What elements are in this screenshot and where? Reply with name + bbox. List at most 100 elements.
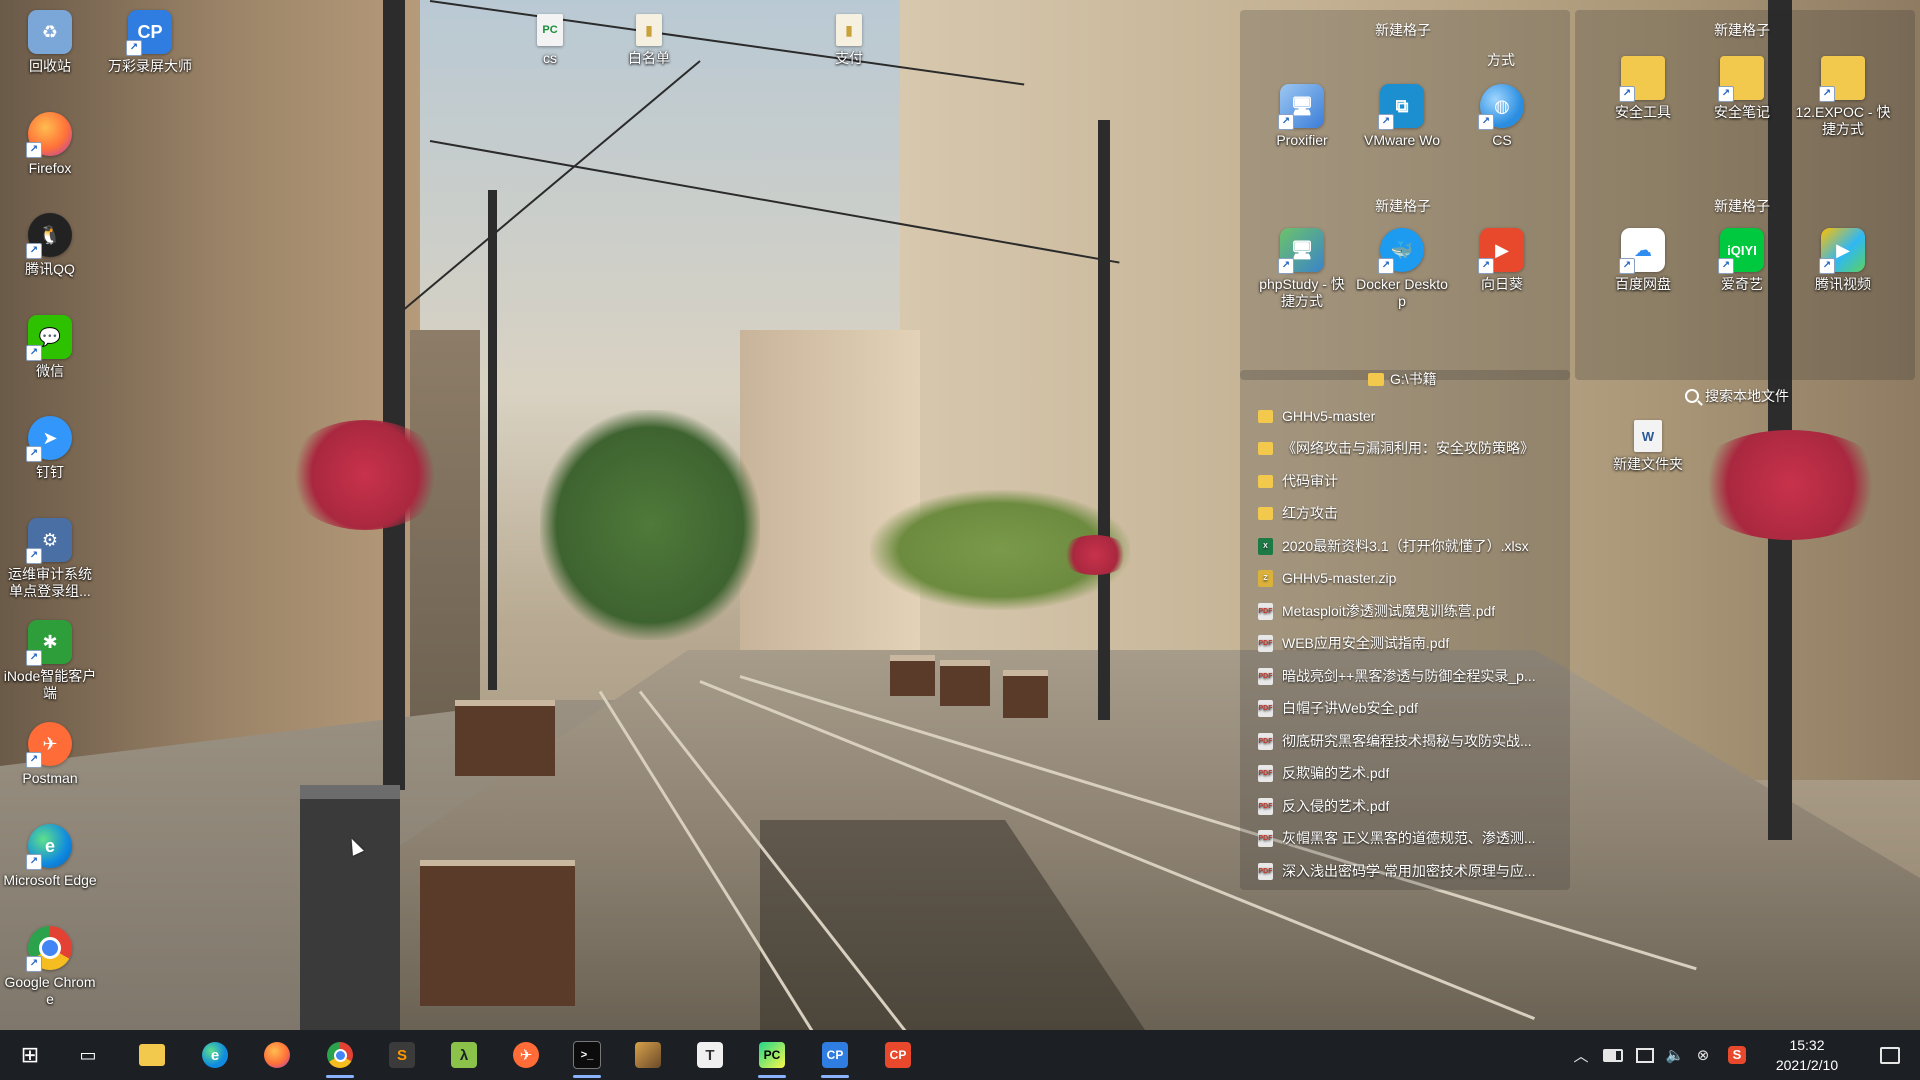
file-name: 2020最新资料3.1（打开你就懂了）.xlsx [1282,538,1529,554]
wechat-icon: 💬 ↗ [26,315,72,361]
taskbar-app-file-explorer[interactable] [128,1030,176,1080]
desktop-file-payment[interactable]: ▮ 支付 [801,14,897,67]
fence-icon-vmware[interactable]: ⧉ ↗ VMware Wo [1354,84,1450,149]
sogou-ime-icon: S [1728,1046,1746,1064]
desktop-icon-screen-recorder[interactable]: CP ↗ 万彩录屏大师 [102,10,198,75]
desktop-icon-chrome[interactable]: ↗ Google Chrome [2,926,98,1008]
tray-close-circle[interactable]: ⊗ [1690,1030,1716,1080]
desktop-icon-firefox[interactable]: ↗ Firefox [2,112,98,177]
taskbar-app-typora[interactable]: T [686,1030,734,1080]
file-name: GHHv5-master [1282,408,1376,424]
taskbar-app-presenter[interactable]: CP [874,1030,922,1080]
notification-center-button[interactable] [1870,1030,1910,1080]
fence-icon-security-tools[interactable]: ↗ 安全工具 [1595,56,1691,121]
wallpaper-planter [420,860,575,1006]
fence-icon-baidu-netdisk[interactable]: ☁ ↗ 百度网盘 [1595,228,1691,293]
file-list-item[interactable]: GHHv5-master [1258,405,1558,427]
wallpaper-planter [1003,670,1048,718]
file-list-item[interactable]: PDF WEB应用安全测试指南.pdf [1258,632,1558,654]
tray-network[interactable] [1632,1030,1658,1080]
taskbar: ⊞ ▭ e S λ ✈ >_ T PC CP CP ︿ 🔈 ⊗ S 15:32 … [0,1030,1920,1080]
file-list-item[interactable]: Z GHHv5-master.zip [1258,567,1558,589]
fence-icon-iqiyi[interactable]: iQIYI ↗ 爱奇艺 [1694,228,1790,293]
fence-title[interactable]: 新建格子 [1714,196,1770,216]
desktop-icon-postman[interactable]: ✈ ↗ Postman [2,722,98,787]
fence-icon-security-notes[interactable]: ↗ 安全笔记 [1694,56,1790,121]
task-view-button[interactable]: ▭ [64,1030,112,1080]
photo-viewer-icon [635,1042,661,1068]
desktop-icon-qq[interactable]: 🐧 ↗ 腾讯QQ [2,213,98,278]
fence-title[interactable]: 新建格子 [1375,20,1431,40]
tray-battery[interactable] [1600,1030,1626,1080]
fence-title[interactable]: 新建格子 [1375,196,1431,216]
taskbar-app-sublime-text[interactable]: S [378,1030,426,1080]
docker-icon: 🐳 ↗ [1378,228,1424,274]
taskbar-app-lambda[interactable]: λ [440,1030,488,1080]
fence-panel-shortcuts[interactable] [1240,10,1570,380]
file-list-item[interactable]: PDF Metasploit渗透测试魔鬼训练营.pdf [1258,600,1558,622]
desktop-icon-label: 爱奇艺 [1721,276,1763,292]
firefox-icon: ↗ [26,112,72,158]
wallpaper-planter [940,660,990,706]
taskbar-app-chrome[interactable] [316,1030,364,1080]
file-list-item[interactable]: 《网络攻击与漏洞利用：安全攻防策略》 [1258,437,1558,459]
tray-ime[interactable]: S [1724,1030,1750,1080]
taskbar-clock[interactable]: 15:32 2021/2/10 [1752,1035,1862,1075]
taskbar-app-screen-recorder[interactable]: CP [811,1030,859,1080]
desktop-icon-label: 腾讯视频 [1815,276,1871,292]
file-name: 白帽子讲Web安全.pdf [1282,700,1418,716]
fence-icon-expoc[interactable]: ↗ 12.EXPOC - 快捷方式 [1795,56,1891,138]
file-list-item[interactable]: PDF 反欺骗的艺术.pdf [1258,762,1558,784]
file-list-item[interactable]: PDF 彻底研究黑客编程技术揭秘与攻防实战... [1258,730,1558,752]
file-list-item[interactable]: X 2020最新资料3.1（打开你就懂了）.xlsx [1258,535,1558,557]
taskbar-app-edge[interactable]: e [191,1030,239,1080]
desktop-file-whitelist[interactable]: ▮ 白名单 [601,14,697,67]
file-name: 暗战亮剑++黑客渗透与防御全程实录_p... [1282,668,1536,684]
desktop-icon-wechat[interactable]: 💬 ↗ 微信 [2,315,98,380]
file-panel-path[interactable]: G:\书籍 [1368,369,1437,389]
taskbar-app-photo-viewer[interactable] [624,1030,672,1080]
fence-icon-tencent-video[interactable]: ▶ ↗ 腾讯视频 [1795,228,1891,293]
fence-icon-new-folder[interactable]: W 新建文件夹 [1600,420,1696,473]
notification-icon [1880,1046,1900,1064]
fence-title[interactable]: 新建格子 [1714,20,1770,40]
file-list-item[interactable]: PDF 反入侵的艺术.pdf [1258,795,1558,817]
desktop-icon-edge[interactable]: e ↗ Microsoft Edge [2,824,98,889]
clock-date: 2021/2/10 [1775,1057,1839,1073]
edge-icon: e ↗ [26,824,72,870]
fence-icon-docker[interactable]: 🐳 ↗ Docker Desktop [1354,228,1450,310]
desktop-icon-label: VMware Wo [1364,132,1440,148]
file-list-item[interactable]: PDF 深入浅出密码学 常用加密技术原理与应... [1258,860,1558,882]
fence-icon-sunlogin[interactable]: ▶ ↗ 向日葵 [1454,228,1550,293]
folder-icon [1368,372,1384,386]
wallpaper-flowers [1690,430,1890,540]
desktop-icon-label: 12.EXPOC - 快捷方式 [1795,104,1891,137]
tray-volume[interactable]: 🔈 [1662,1030,1688,1080]
fence-icon-proxifier[interactable]: 🖥 ↗ Proxifier [1254,84,1350,149]
desktop-file-cs[interactable]: PC cs [502,14,598,67]
desktop-icon-audit-system[interactable]: ⚙ ↗ 运维审计系统单点登录组... [2,518,98,600]
chevron-up-icon: ︿ [1573,1047,1589,1065]
start-button[interactable]: ⊞ [6,1030,54,1080]
file-list-item[interactable]: PDF 灰帽黑客 正义黑客的道德规范、渗透测... [1258,827,1558,849]
file-list-item[interactable]: PDF 暗战亮剑++黑客渗透与防御全程实录_p... [1258,665,1558,687]
desktop-icon-inode[interactable]: ✱ ↗ iNode智能客户端 [2,620,98,702]
desktop-icon-recycle-bin[interactable]: ♻ 回收站 [2,10,98,75]
desktop-icon-dingtalk[interactable]: ➤ ↗ 钉钉 [2,416,98,481]
file-name: 彻底研究黑客编程技术揭秘与攻防实战... [1282,733,1532,749]
taskbar-app-terminal[interactable]: >_ [563,1030,611,1080]
file-name: 反欺骗的艺术.pdf [1282,765,1390,781]
desktop-icon-label: Microsoft Edge [3,872,97,888]
file-list-item[interactable]: 红方攻击 [1258,502,1558,524]
file-list-item[interactable]: 代码审计 [1258,470,1558,492]
file-name: Metasploit渗透测试魔鬼训练营.pdf [1282,603,1496,619]
search-local-files[interactable]: 搜索本地文件 [1685,386,1789,406]
show-hidden-icons-button[interactable]: ︿ [1568,1030,1594,1080]
fence-icon-phpstudy[interactable]: 🖥 ↗ phpStudy - 快捷方式 [1254,228,1350,310]
fence-icon-cs[interactable]: ◍ ↗ CS [1454,84,1550,149]
taskbar-app-firefox[interactable] [253,1030,301,1080]
taskbar-app-pycharm[interactable]: PC [748,1030,796,1080]
taskbar-app-postman[interactable]: ✈ [502,1030,550,1080]
file-list-item[interactable]: PDF 白帽子讲Web安全.pdf [1258,697,1558,719]
desktop-icon-label: 白名单 [628,50,670,66]
